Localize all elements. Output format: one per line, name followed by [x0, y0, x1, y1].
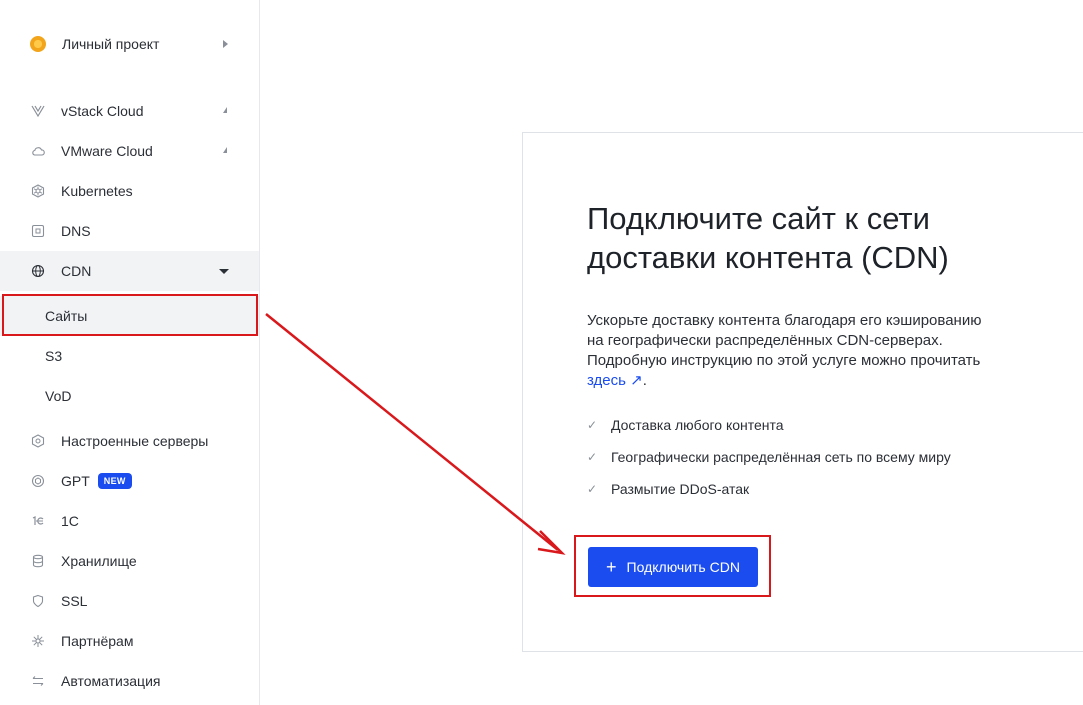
sidebar-item-label: vStack Cloud: [61, 103, 144, 119]
project-name: Личный проект: [62, 36, 160, 52]
gpt-icon: [30, 473, 46, 489]
sidebar-item-kubernetes[interactable]: Kubernetes: [0, 171, 259, 211]
sidebar-item-label: Автоматизация: [61, 673, 161, 689]
page-title: Подключите сайт к сети доставки контента…: [587, 201, 949, 275]
cloud-icon: [30, 143, 46, 159]
sidebar-item-gpt[interactable]: GPT NEW: [0, 461, 259, 501]
sidebar-item-storage[interactable]: Хранилище: [0, 541, 259, 581]
sidebar-item-vstack[interactable]: vStack Cloud: [0, 91, 259, 131]
highlight-sites-box: [2, 294, 258, 336]
vstack-icon: [30, 103, 46, 119]
sidebar-item-label: CDN: [61, 263, 92, 279]
sidebar: Личный проект vStack Cloud VMware Cloud …: [0, 0, 260, 705]
sidebar-item-label: 1C: [61, 513, 79, 529]
chevron-right-icon: [223, 40, 228, 48]
check-icon: ✓: [587, 482, 598, 496]
caret-down-icon: [219, 269, 229, 274]
storage-icon: [30, 553, 46, 569]
sidebar-item-cdn[interactable]: CDN: [0, 251, 259, 291]
dns-icon: [30, 223, 46, 239]
check-icon: ✓: [587, 418, 598, 432]
sidebar-item-automation[interactable]: Автоматизация: [0, 661, 259, 701]
project-selector[interactable]: Личный проект: [30, 34, 230, 54]
sidebar-item-label: SSL: [61, 593, 88, 609]
partners-icon: [30, 633, 46, 649]
caret-icon: [223, 147, 227, 153]
sidebar-item-partners[interactable]: Партнёрам: [0, 621, 259, 661]
new-badge: NEW: [97, 473, 132, 489]
project-avatar-icon: [30, 36, 46, 52]
sidebar-item-configured-servers[interactable]: Настроенные серверы: [0, 421, 259, 461]
sidebar-item-ssl[interactable]: SSL: [0, 581, 259, 621]
configured-servers-icon: [30, 433, 46, 449]
sidebar-item-label: VMware Cloud: [61, 143, 153, 159]
feature-item: ✓ Размытие DDoS-атак: [587, 481, 750, 497]
sidebar-subitem-s3[interactable]: S3: [0, 336, 259, 376]
globe-icon: [30, 263, 46, 279]
instruction-link[interactable]: здесь ↗: [587, 372, 643, 389]
feature-item: ✓ Географически распределённая сеть по в…: [587, 449, 951, 465]
feature-item: ✓ Доставка любого контента: [587, 417, 784, 433]
sidebar-item-1c[interactable]: 1C: [0, 501, 259, 541]
sidebar-item-vmware[interactable]: VMware Cloud: [0, 131, 259, 171]
description: Ускорьте доставку контента благодаря его…: [587, 312, 982, 389]
sidebar-item-label: Хранилище: [61, 553, 137, 569]
caret-icon: [223, 107, 227, 113]
kubernetes-icon: [30, 183, 46, 199]
automation-icon: [30, 673, 46, 689]
shield-icon: [30, 593, 46, 609]
sidebar-subitem-label: S3: [45, 348, 63, 364]
1c-icon: [30, 513, 46, 529]
sidebar-item-label: Kubernetes: [61, 183, 133, 199]
sidebar-item-label: Партнёрам: [61, 633, 134, 649]
sidebar-subitem-vod[interactable]: VoD: [0, 376, 259, 416]
sidebar-subitem-label: VoD: [45, 388, 72, 404]
sidebar-item-label: DNS: [61, 223, 91, 239]
highlight-cta-box: [574, 535, 771, 597]
sidebar-item-label: Настроенные серверы: [61, 433, 209, 449]
sidebar-item-dns[interactable]: DNS: [0, 211, 259, 251]
check-icon: ✓: [587, 450, 598, 464]
sidebar-item-label: GPT: [61, 473, 90, 489]
